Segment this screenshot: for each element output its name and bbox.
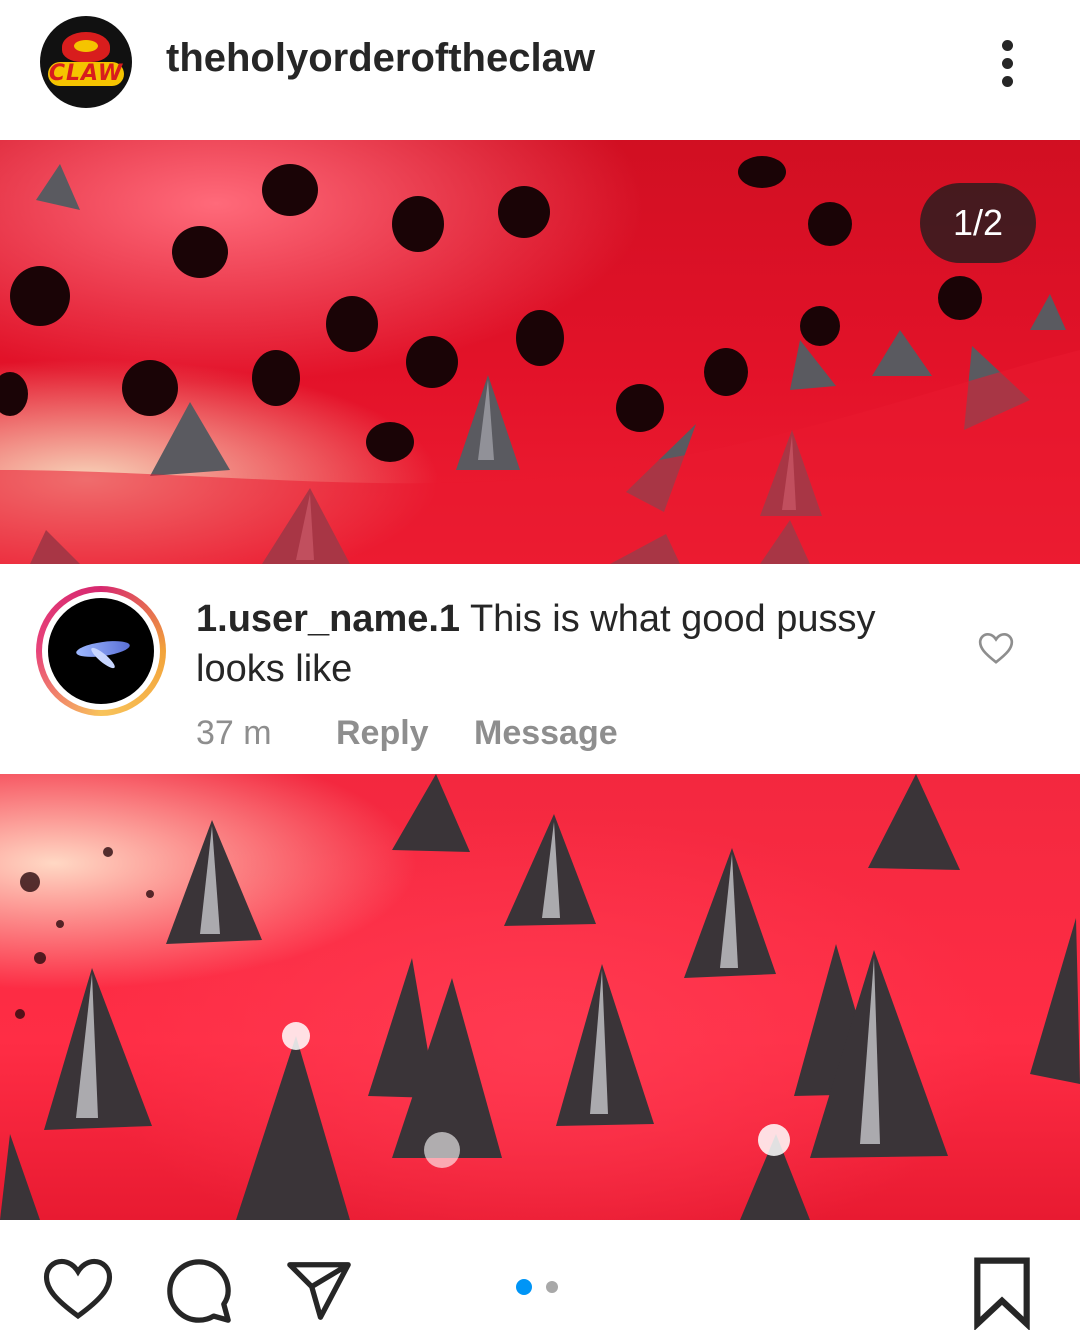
bookmark-icon[interactable]	[970, 1256, 1034, 1330]
profile-avatar[interactable]: CLAW	[40, 16, 132, 108]
post-action-bar	[0, 1220, 1080, 1338]
post-username[interactable]: theholyorderoftheclaw	[166, 36, 595, 81]
logo-burst-icon	[62, 32, 110, 62]
comment-item: 1.user_name.1 This is what good pussy lo…	[0, 564, 1080, 774]
post-header: CLAW theholyorderoftheclaw	[0, 0, 1080, 138]
comment-icon[interactable]	[164, 1256, 234, 1326]
spikes-scene-bottom	[0, 774, 1080, 1220]
commenter-username[interactable]: 1.user_name.1	[196, 598, 460, 640]
pager-dot	[546, 1281, 558, 1293]
comment-timestamp: 37 m	[196, 714, 272, 752]
post-image-top[interactable]: 1/2	[0, 140, 1080, 564]
comment-body: 1.user_name.1 This is what good pussy lo…	[196, 594, 956, 694]
avatar-logo-text: CLAW	[48, 61, 124, 86]
post-image-bottom[interactable]	[0, 774, 1080, 1220]
heart-icon[interactable]	[42, 1256, 114, 1322]
spikes-scene-top	[0, 156, 1080, 564]
comment-like-heart-icon[interactable]	[976, 628, 1016, 668]
more-options-icon[interactable]	[990, 36, 1026, 92]
send-icon[interactable]	[284, 1256, 354, 1326]
message-button[interactable]: Message	[474, 714, 618, 753]
reply-button[interactable]: Reply	[336, 714, 429, 753]
pager-dot-active	[516, 1279, 532, 1295]
commenter-avatar[interactable]	[36, 586, 166, 716]
image-counter-badge: 1/2	[920, 183, 1036, 263]
